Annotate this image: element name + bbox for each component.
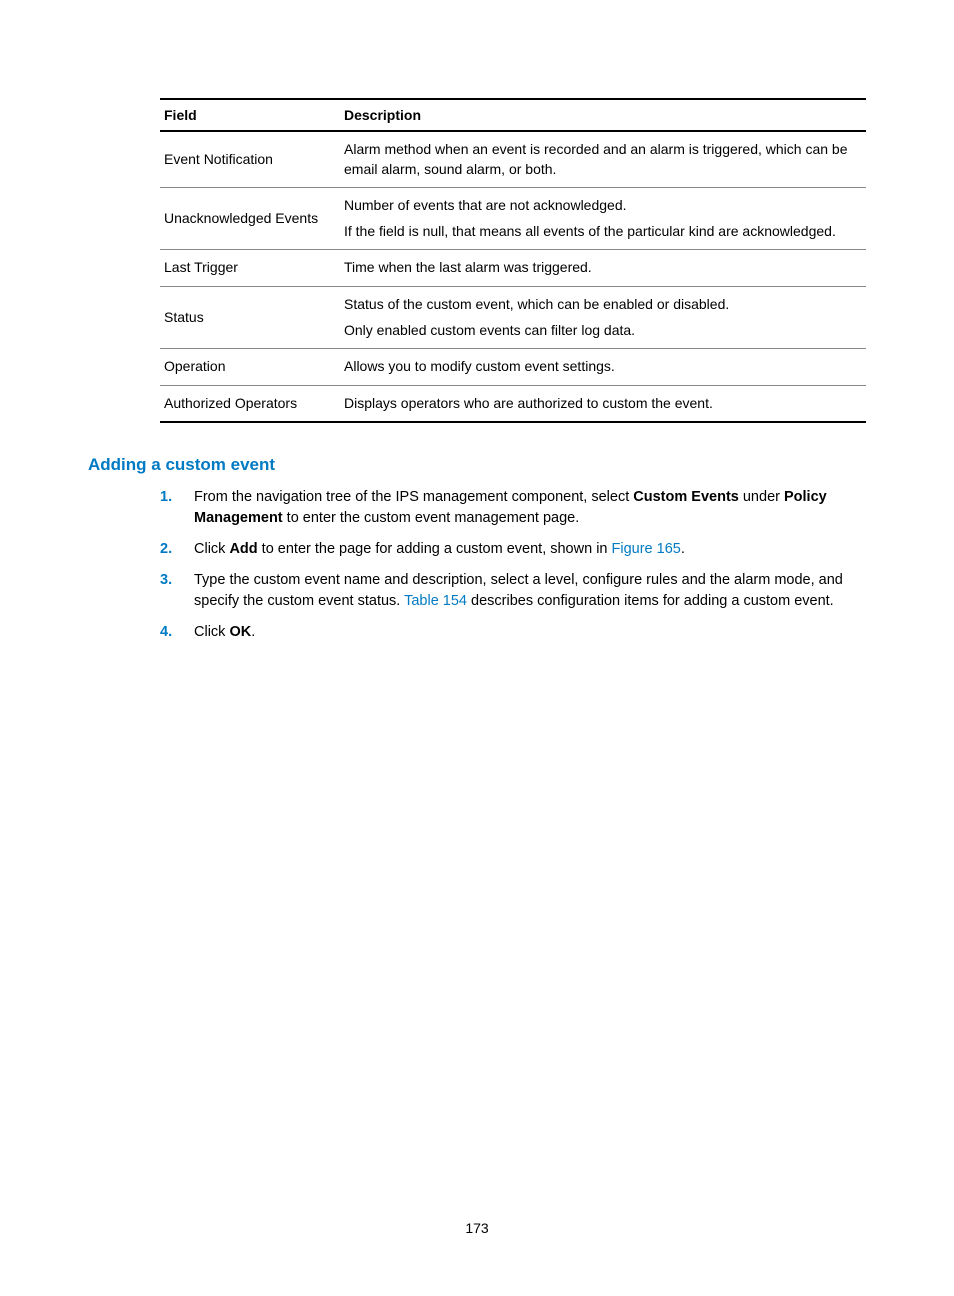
field-cell: Last Trigger: [160, 250, 340, 287]
step-text: to enter the page for adding a custom ev…: [258, 541, 612, 557]
step-text: Click: [194, 624, 229, 640]
description-cell: Alarm method when an event is recorded a…: [340, 131, 866, 188]
description-line: Number of events that are not acknowledg…: [344, 196, 862, 216]
table-row: Authorized Operators Displays operators …: [160, 385, 866, 422]
header-description: Description: [340, 99, 866, 131]
term-ok: OK: [229, 624, 251, 640]
table-row: Unacknowledged Events Number of events t…: [160, 188, 866, 250]
description-cell: Status of the custom event, which can be…: [340, 286, 866, 348]
description-line: Only enabled custom events can filter lo…: [344, 321, 862, 341]
step-text: under: [739, 489, 784, 505]
page-content: Field Description Event Notification Ala…: [0, 0, 954, 643]
description-cell: Number of events that are not acknowledg…: [340, 188, 866, 250]
description-line: Status of the custom event, which can be…: [344, 295, 862, 315]
field-cell: Status: [160, 286, 340, 348]
description-line: Time when the last alarm was triggered.: [344, 258, 862, 278]
table-row: Operation Allows you to modify custom ev…: [160, 349, 866, 386]
section-heading: Adding a custom event: [88, 455, 866, 475]
field-cell: Event Notification: [160, 131, 340, 188]
description-cell: Time when the last alarm was triggered.: [340, 250, 866, 287]
step-item: Click Add to enter the page for adding a…: [160, 539, 866, 560]
field-cell: Authorized Operators: [160, 385, 340, 422]
step-text: From the navigation tree of the IPS mana…: [194, 489, 633, 505]
table-header-row: Field Description: [160, 99, 866, 131]
table-row: Event Notification Alarm method when an …: [160, 131, 866, 188]
step-text: to enter the custom event management pag…: [283, 510, 580, 526]
step-text: .: [251, 624, 255, 640]
description-cell: Displays operators who are authorized to…: [340, 385, 866, 422]
header-field: Field: [160, 99, 340, 131]
page-number: 173: [0, 1220, 954, 1236]
description-cell: Allows you to modify custom event settin…: [340, 349, 866, 386]
step-item: Click OK.: [160, 622, 866, 643]
step-text: Click: [194, 541, 229, 557]
description-line: Alarm method when an event is recorded a…: [344, 140, 862, 179]
field-cell: Unacknowledged Events: [160, 188, 340, 250]
step-text: .: [681, 541, 685, 557]
figure-link[interactable]: Figure 165: [612, 541, 681, 557]
field-description-table: Field Description Event Notification Ala…: [160, 98, 866, 423]
description-line: Displays operators who are authorized to…: [344, 394, 862, 414]
description-line: If the field is null, that means all eve…: [344, 222, 862, 242]
table-row: Status Status of the custom event, which…: [160, 286, 866, 348]
step-item: From the navigation tree of the IPS mana…: [160, 487, 866, 529]
field-cell: Operation: [160, 349, 340, 386]
steps-list: From the navigation tree of the IPS mana…: [160, 487, 866, 643]
step-text: describes configuration items for adding…: [467, 593, 834, 609]
table-link[interactable]: Table 154: [404, 593, 467, 609]
term-custom-events: Custom Events: [633, 489, 739, 505]
term-add: Add: [229, 541, 257, 557]
description-line: Allows you to modify custom event settin…: [344, 357, 862, 377]
table-row: Last Trigger Time when the last alarm wa…: [160, 250, 866, 287]
step-item: Type the custom event name and descripti…: [160, 570, 866, 612]
